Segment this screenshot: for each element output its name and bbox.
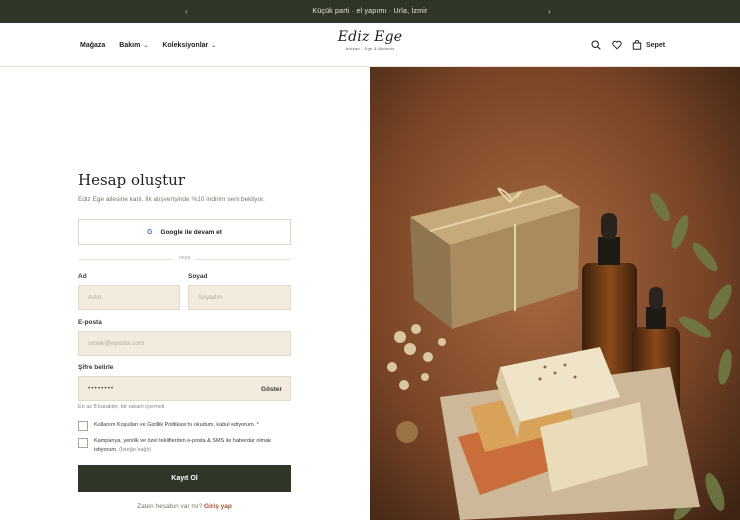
heart-icon[interactable] <box>611 40 622 51</box>
marketing-checkbox-label: Kampanya, yenilik ve özel tekliflerden e… <box>94 437 271 455</box>
email-label: E-posta <box>78 319 102 326</box>
cart-button[interactable]: Sepet <box>632 40 665 50</box>
google-button-label: Google ile devam et <box>160 228 222 236</box>
header-actions: Sepet <box>590 23 665 67</box>
hero-product-photo <box>370 67 740 520</box>
announcement-text: Küçük parti · el yapımı · Urla, İzmir <box>312 8 428 15</box>
nav-label: Mağaza <box>80 41 106 49</box>
page-subtitle: Ediz Ege ailesine katıl. İlk alışverişin… <box>78 196 265 203</box>
first-name-placeholder: Adın <box>88 294 102 301</box>
or-text: veya <box>178 255 191 261</box>
divider-line <box>196 259 291 260</box>
site-header: Mağaza Bakım ⌄ Koleksiyonlar ⌄ Ediz Ege Ar… <box>0 23 740 67</box>
chevron-right-icon[interactable]: › <box>548 0 551 23</box>
nav-item-shop[interactable]: Mağaza <box>80 42 105 49</box>
first-name-field[interactable]: Adın <box>78 285 180 310</box>
marketing-text: istiyorum. <box>94 447 118 453</box>
password-value: •••••••• <box>88 385 115 392</box>
bag-icon <box>632 40 642 50</box>
password-label: Şifre belirle <box>78 364 114 371</box>
google-signin-button[interactable]: G Google ile devam et <box>78 219 291 245</box>
last-name-label: Soyad <box>188 273 208 280</box>
password-hint: En az 8 karakter, bir rakam içermeli. <box>78 404 166 410</box>
announcement-bar: ‹ Küçük parti · el yapımı · Urla, İzmir … <box>0 0 740 23</box>
cart-label: Sepet <box>646 41 666 49</box>
nav-item-care[interactable]: Bakım ⌄ <box>119 42 148 49</box>
search-icon[interactable] <box>590 40 601 51</box>
marketing-checkbox[interactable] <box>78 438 88 448</box>
email-field[interactable]: ornek@eposta.com <box>78 331 291 356</box>
chevron-down-icon: ⌄ <box>143 42 149 49</box>
brand-tagline: Artisan · Ege & Akdeniz <box>345 46 395 51</box>
show-password-toggle[interactable]: Göster <box>261 377 282 402</box>
chevron-down-icon: ⌄ <box>211 42 217 49</box>
terms-checkbox[interactable] <box>78 421 88 431</box>
register-button[interactable]: Kayıt Ol <box>78 465 291 492</box>
optional-tag: (İsteğe bağlı) <box>119 447 152 453</box>
nav-item-collections[interactable]: Koleksiyonlar ⌄ <box>162 42 216 49</box>
login-prompt-text: Zaten hesabın var mı? <box>137 503 203 510</box>
terms-checkbox-label: Kullanım Koşulları ve Gizlilik Politikas… <box>94 422 259 428</box>
email-placeholder: ornek@eposta.com <box>88 340 145 347</box>
brand-logo[interactable]: Ediz Ege Artisan · Ege & Akdeniz <box>320 29 420 51</box>
nav-label: Koleksiyonlar <box>162 41 209 49</box>
first-name-label: Ad <box>78 273 87 280</box>
or-divider: veya <box>78 254 291 264</box>
page-title: Hesap oluştur <box>78 171 186 189</box>
nav-label: Bakım <box>119 41 141 49</box>
marketing-text: Kampanya, yenilik ve özel tekliflerden e… <box>94 438 272 444</box>
login-prompt: Zaten hesabın var mı? Giriş yap <box>78 503 291 510</box>
chevron-left-icon[interactable]: ‹ <box>185 0 188 23</box>
brand-name: Ediz Ege <box>337 29 403 45</box>
main-nav: Mağaza Bakım ⌄ Koleksiyonlar ⌄ <box>80 23 216 67</box>
last-name-field[interactable]: Soyadın <box>188 285 291 310</box>
last-name-placeholder: Soyadın <box>198 294 222 301</box>
login-link[interactable]: Giriş yap <box>204 503 232 510</box>
google-icon: G <box>147 228 153 236</box>
password-field[interactable]: •••••••• Göster <box>78 376 291 401</box>
